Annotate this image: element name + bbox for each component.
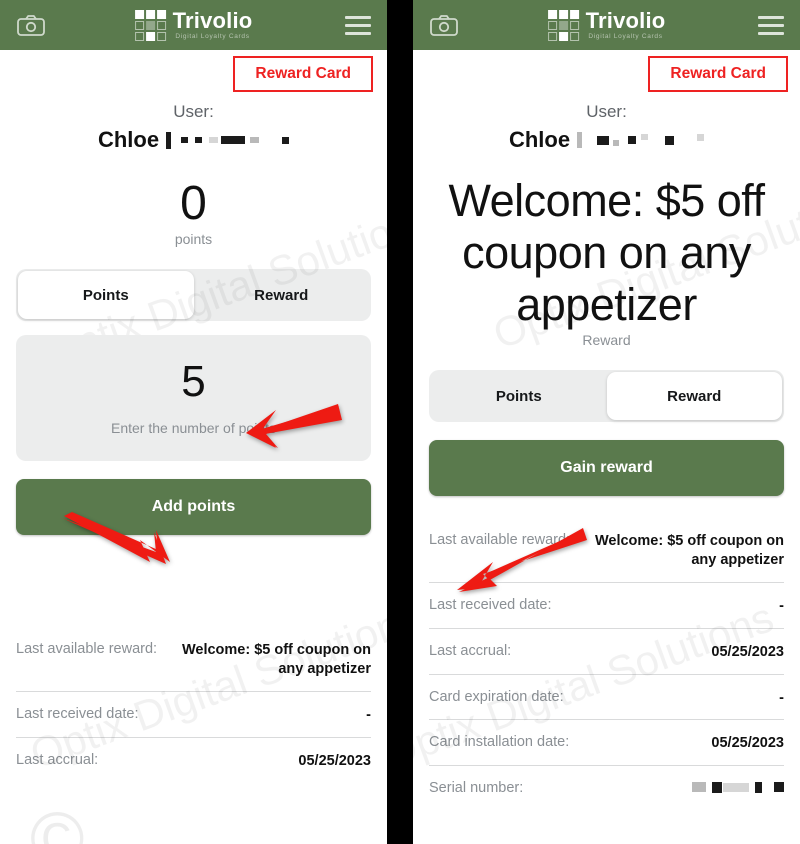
redacted-block <box>181 137 189 143</box>
redacted-block <box>628 136 637 144</box>
hamburger-menu-icon[interactable] <box>345 15 371 35</box>
user-name: Chloe <box>97 127 160 152</box>
redacted-block <box>665 135 675 145</box>
info-row: Card installation date: 05/25/2023 <box>429 719 784 765</box>
panel-divider <box>387 0 413 844</box>
user-name-row: Chloe <box>16 127 371 153</box>
brand-tagline: Digital Loyalty Cards <box>588 32 663 40</box>
redacted-block <box>697 134 705 141</box>
redacted-block <box>723 782 749 792</box>
redacted-block <box>166 131 172 149</box>
info-row: Last available reward: Welcome: $5 off c… <box>429 518 784 582</box>
points-caption: points <box>174 231 213 248</box>
segmented-tabs[interactable]: Points Reward <box>429 370 784 423</box>
app-header-bar: Trivolio Digital Loyalty Cards <box>0 0 387 50</box>
redacted-block <box>692 782 706 793</box>
tab-points[interactable]: Points <box>18 271 194 320</box>
right-phone-panel: Trivolio Digital Loyalty Cards Reward Ca… <box>413 0 800 844</box>
redacted-block <box>250 137 260 143</box>
info-key: Last available reward: <box>429 532 571 549</box>
camera-icon[interactable] <box>429 13 459 37</box>
logo-grid-icon <box>134 9 166 41</box>
camera-icon[interactable] <box>16 13 46 37</box>
hamburger-menu-icon[interactable] <box>758 15 784 35</box>
info-row: Last received date: - <box>429 581 784 628</box>
info-row: Last available reward: Welcome: $5 off c… <box>16 627 371 691</box>
watermark-copyright-2: © <box>30 797 85 844</box>
left-info-list: Last available reward: Welcome: $5 off c… <box>16 627 371 782</box>
points-input-placeholder: Enter the number of points <box>111 420 276 437</box>
redacted-block <box>774 782 784 793</box>
info-value-redacted <box>692 780 784 794</box>
info-key: Last accrual: <box>429 642 512 659</box>
info-value: - <box>366 707 371 724</box>
info-key: Card installation date: <box>429 734 570 751</box>
right-panel-body: Optix Digital Solutions Optix Digital So… <box>413 102 800 808</box>
redacted-block <box>712 781 722 793</box>
brand-name: Trivolio <box>585 7 666 33</box>
tab-points[interactable]: Points <box>431 372 607 420</box>
reward-card-annotation-label: Reward Card <box>648 56 788 92</box>
user-label: User: <box>586 102 627 121</box>
info-key: Card expiration date: <box>429 688 564 705</box>
left-panel-body: Optix Digital Solutions © Optix Digital … <box>0 102 387 844</box>
info-row: Last accrual: 05/25/2023 <box>16 736 371 783</box>
info-value: 05/25/2023 <box>711 643 784 660</box>
points-value: 0 <box>180 177 207 230</box>
info-row: Card expiration date: - <box>429 673 784 720</box>
redacted-block <box>221 136 246 144</box>
gain-reward-button[interactable]: Gain reward <box>429 440 784 497</box>
info-key: Last received date: <box>429 596 552 613</box>
info-key: Serial number: <box>429 780 524 797</box>
add-points-button[interactable]: Add points <box>16 479 371 536</box>
reward-headline-caption: Reward <box>582 332 631 349</box>
redacted-block <box>641 134 649 140</box>
info-key: Last received date: <box>16 706 139 723</box>
user-name-row: Chloe <box>429 127 784 153</box>
info-value: - <box>779 689 784 706</box>
screenshot-root: Trivolio Digital Loyalty Cards Reward Ca… <box>0 0 800 844</box>
brand-tagline: Digital Loyalty Cards <box>175 32 250 40</box>
info-row: Last accrual: 05/25/2023 <box>429 627 784 674</box>
info-row: Serial number: <box>429 765 784 808</box>
right-info-list: Last available reward: Welcome: $5 off c… <box>429 518 784 808</box>
redacted-block <box>577 132 583 148</box>
redacted-block <box>195 137 203 143</box>
tab-reward[interactable]: Reward <box>606 372 782 421</box>
redacted-block <box>282 136 290 144</box>
user-name: Chloe <box>508 127 571 152</box>
info-key: Last accrual: <box>16 751 99 768</box>
logo-grid-icon <box>547 9 579 41</box>
points-input-value[interactable]: 5 <box>181 360 205 404</box>
redacted-block <box>613 140 620 146</box>
reward-card-annotation-label: Reward Card <box>233 56 373 92</box>
segmented-tabs[interactable]: Points Reward <box>16 269 371 322</box>
info-key: Last available reward: <box>16 641 158 658</box>
reward-headline: Welcome: $5 off coupon on any appetizer <box>448 175 765 330</box>
info-value: 05/25/2023 <box>711 735 784 752</box>
app-header-bar: Trivolio Digital Loyalty Cards <box>413 0 800 50</box>
redacted-block <box>755 781 762 793</box>
info-value: 05/25/2023 <box>298 752 371 769</box>
brand-logo: Trivolio Digital Loyalty Cards <box>547 7 666 41</box>
redacted-block <box>597 135 610 145</box>
redacted-block <box>209 137 219 143</box>
reward-card-annotation-row: Reward Card <box>413 50 800 96</box>
tab-reward[interactable]: Reward <box>194 271 370 319</box>
left-phone-panel: Trivolio Digital Loyalty Cards Reward Ca… <box>0 0 387 844</box>
info-value: Welcome: $5 off coupon on any appetizer <box>594 533 784 569</box>
user-label: User: <box>173 102 214 121</box>
info-value: - <box>779 597 784 614</box>
info-value: Welcome: $5 off coupon on any appetizer <box>181 642 371 678</box>
reward-card-annotation-row: Reward Card <box>0 50 387 96</box>
info-row: Last received date: - <box>16 691 371 737</box>
brand-name: Trivolio <box>172 7 253 33</box>
brand-logo: Trivolio Digital Loyalty Cards <box>134 7 253 41</box>
points-input-card[interactable]: 5 Enter the number of points <box>16 335 371 462</box>
